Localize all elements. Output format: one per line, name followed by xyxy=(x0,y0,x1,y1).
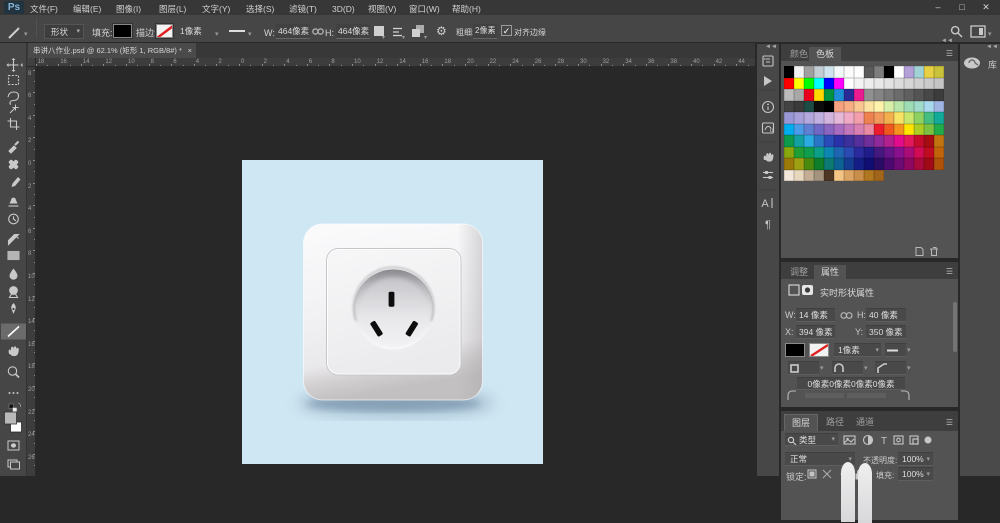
svg-text:T: T xyxy=(881,436,887,447)
svg-text:¶: ¶ xyxy=(765,219,771,231)
svg-text:A: A xyxy=(761,198,769,210)
